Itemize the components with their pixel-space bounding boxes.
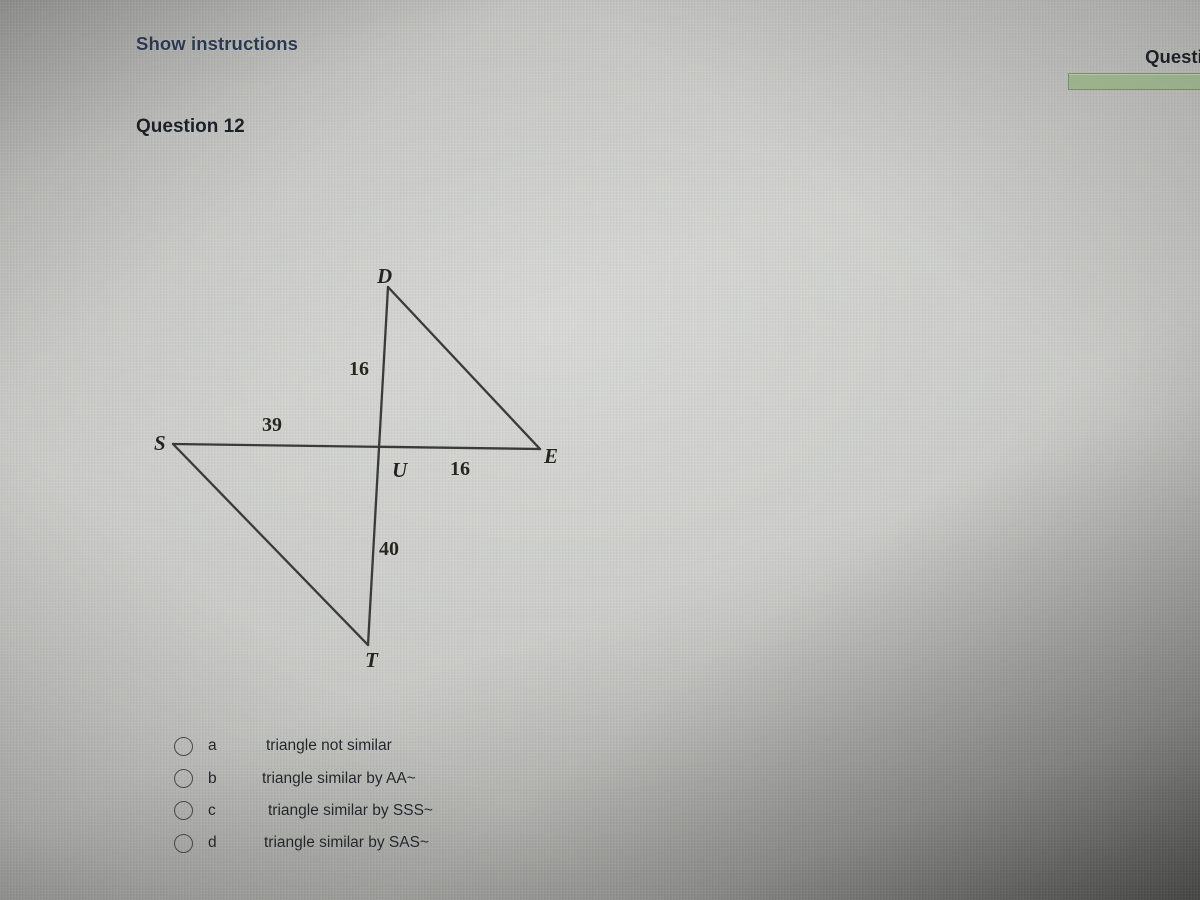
- answer-option-a-text: triangle not similar: [266, 737, 392, 755]
- answer-option-d[interactable]: d triangle similar by SAS~: [174, 827, 594, 859]
- side-length-DU: 16: [349, 358, 369, 380]
- vertex-label-D: D: [377, 264, 393, 288]
- answer-option-b[interactable]: b triangle similar by AA~: [174, 762, 594, 794]
- answer-option-b-letter: b: [208, 769, 217, 787]
- answer-option-c[interactable]: c triangle similar by SSS~: [174, 795, 594, 827]
- side-length-UT: 40: [379, 538, 399, 560]
- page-content: Show instructions Questio Question 12 D …: [0, 0, 1200, 900]
- answer-option-b-text: triangle similar by AA~: [262, 769, 416, 787]
- answer-option-c-letter: c: [208, 801, 216, 819]
- radio-button-d[interactable]: [174, 833, 193, 853]
- geometry-figure-svg: [171, 285, 542, 647]
- show-instructions-link[interactable]: Show instructions: [136, 33, 298, 55]
- question-counter-label: Questio: [1145, 46, 1200, 67]
- segment-DE: [386, 285, 542, 451]
- radio-button-b[interactable]: [174, 769, 193, 789]
- vertex-label-E: E: [544, 444, 559, 468]
- segment-ST: [171, 442, 370, 647]
- answer-option-a[interactable]: a triangle not similar: [174, 730, 594, 762]
- side-length-SU: 39: [262, 414, 282, 436]
- side-length-UE: 16: [450, 458, 470, 480]
- segment-DT: [366, 285, 390, 647]
- radio-button-a[interactable]: [174, 736, 193, 756]
- answer-option-d-letter: d: [208, 834, 217, 852]
- answer-option-a-letter: a: [208, 737, 217, 755]
- radio-button-c[interactable]: [174, 801, 193, 821]
- answer-options-list: a triangle not similar b triangle simila…: [174, 730, 594, 860]
- answer-option-d-text: triangle similar by SAS~: [264, 834, 429, 852]
- vertex-label-U: U: [392, 458, 408, 482]
- page-title: Question 12: [136, 116, 245, 137]
- segment-SE: [171, 442, 542, 451]
- answer-option-c-text: triangle similar by SSS~: [268, 801, 433, 819]
- vertex-label-T: T: [365, 648, 378, 672]
- vertex-label-S: S: [154, 431, 166, 455]
- geometry-figure: D S U E T 16 39 16 40: [140, 250, 600, 690]
- progress-bar: [1068, 73, 1200, 90]
